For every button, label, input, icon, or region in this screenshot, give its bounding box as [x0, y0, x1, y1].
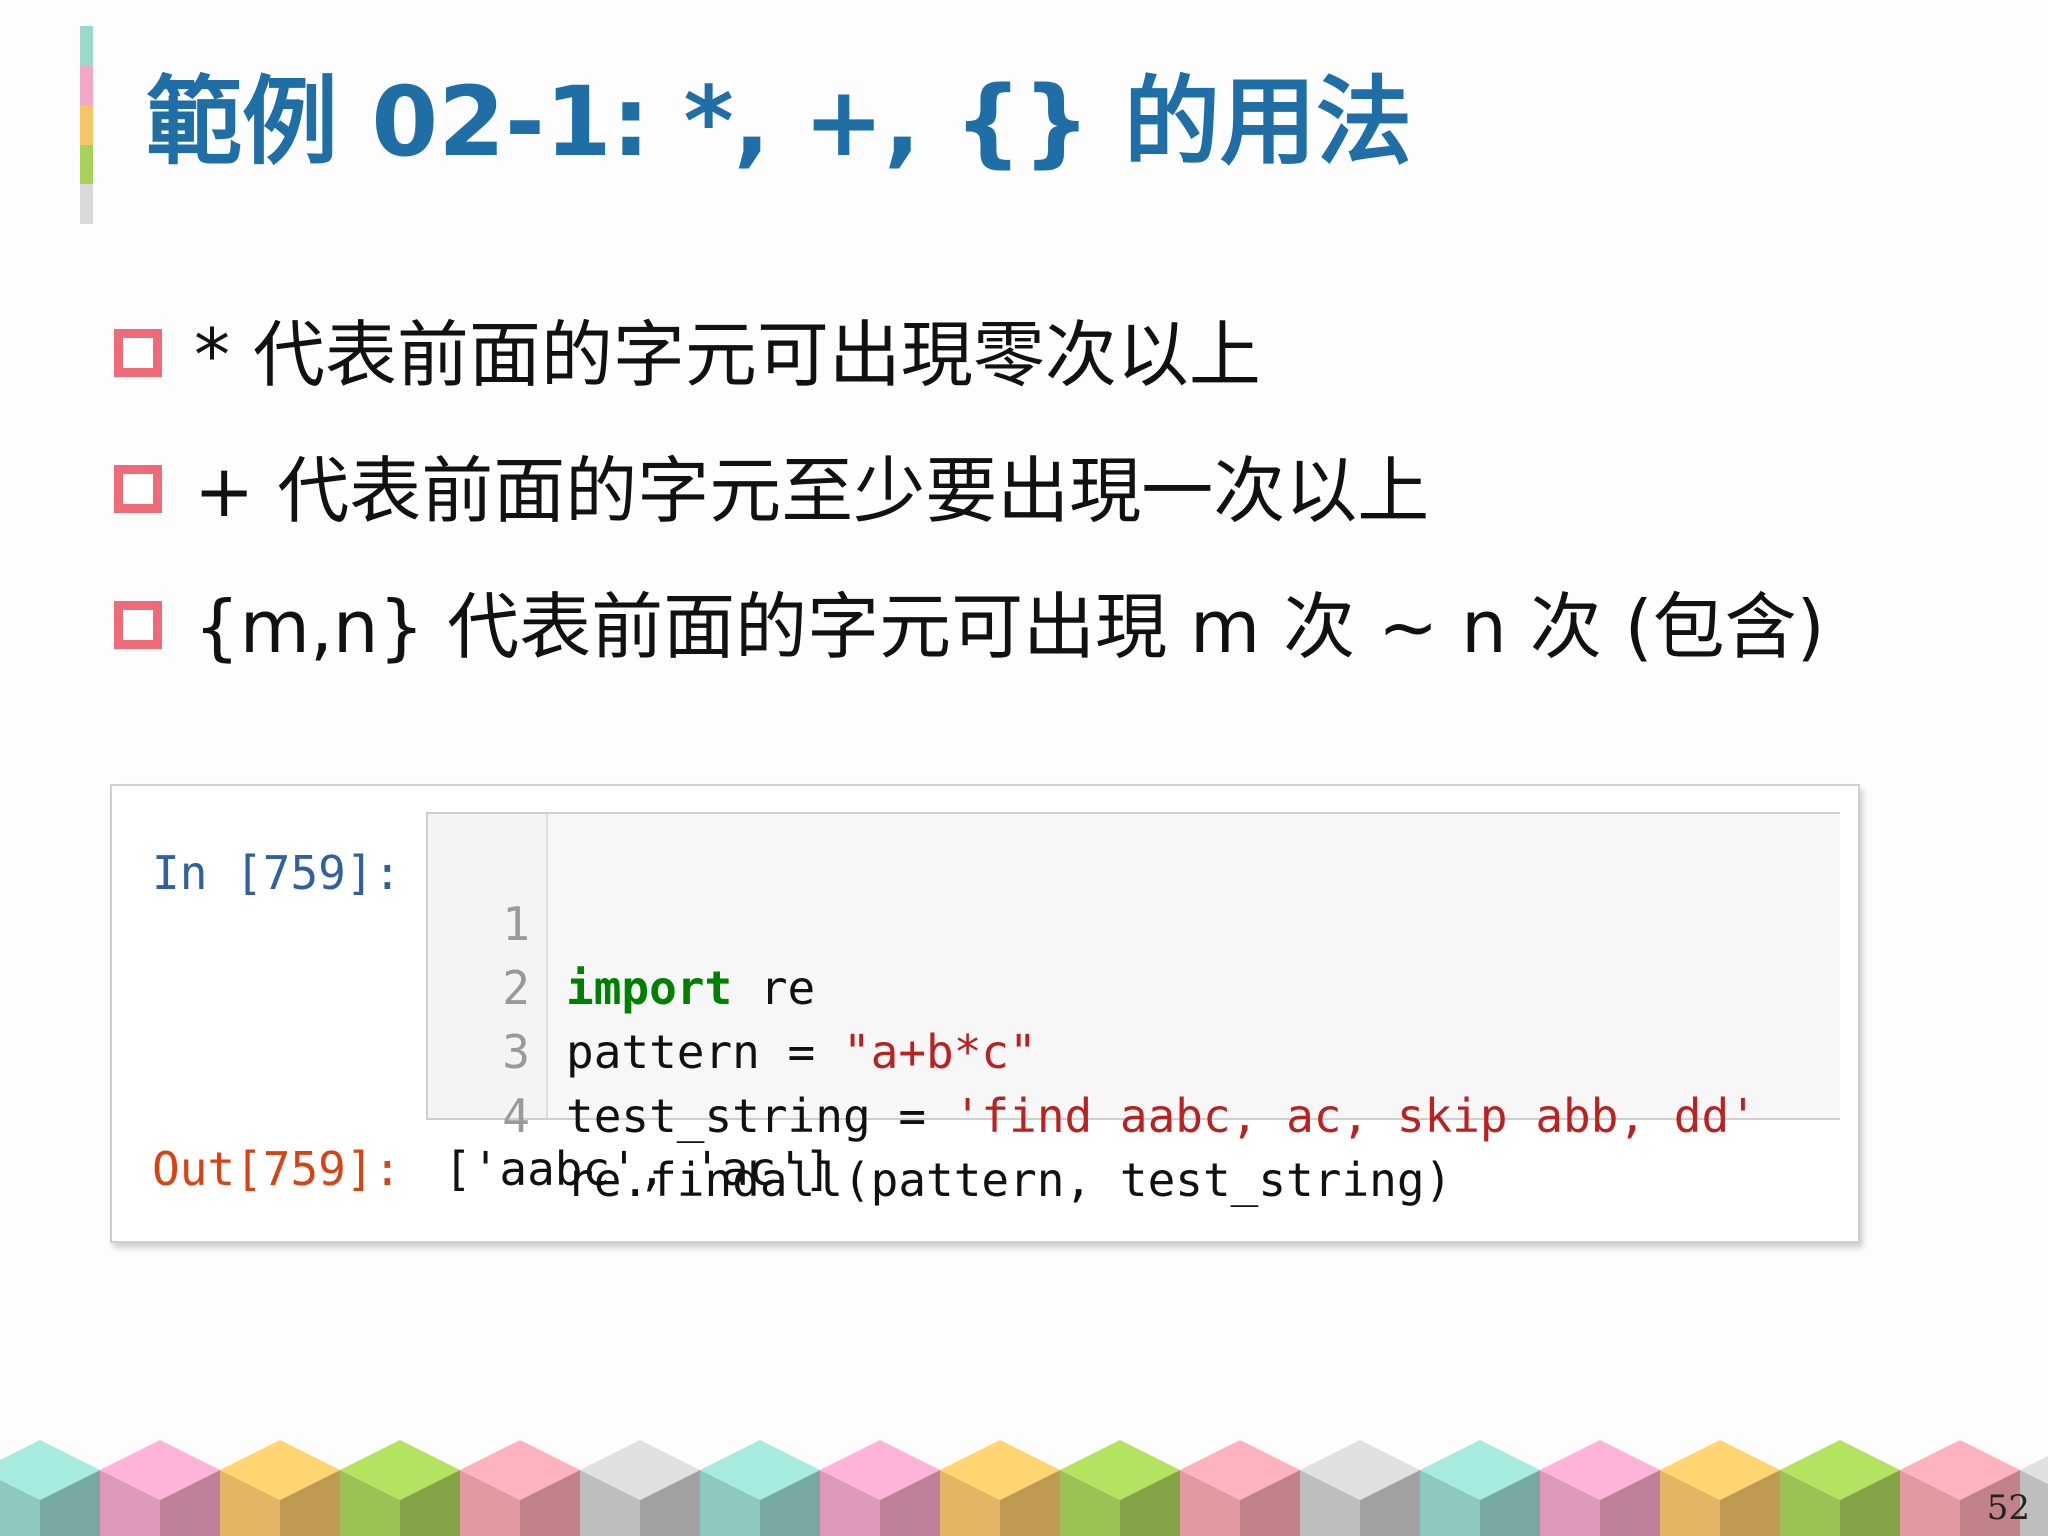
accent-segment: [80, 26, 93, 66]
bullet-item: + 代表前面的字元至少要出現一次以上: [114, 416, 1825, 552]
string-literal: "a+b*c": [842, 1025, 1037, 1079]
title-accent-bar: [80, 26, 93, 224]
code-line: 2 pattern = "a+b*c": [428, 892, 1037, 1079]
square-bullet-icon: [114, 329, 162, 377]
cell-output: ['aabc', 'ac']: [444, 1142, 832, 1196]
code-line: 1 import re: [428, 828, 815, 1015]
accent-segment: [80, 105, 93, 145]
slide-title: 範例 02-1: *, +, {} 的用法: [146, 66, 1412, 178]
square-bullet-icon: [114, 601, 162, 649]
code-text: test_string = 'find aabc, ac, skip abb, …: [566, 1084, 1757, 1148]
code-line: 4 re.findall(pattern, test_string): [428, 1020, 1452, 1207]
bullet-item: {m,n} 代表前面的字元可出現 m 次 ~ n 次 (包含): [114, 552, 1825, 688]
line-number: 4: [502, 1089, 530, 1143]
input-prompt: In [759]:: [152, 846, 402, 900]
accent-segment: [80, 144, 93, 185]
slide: 範例 02-1: *, +, {} 的用法 * 代表前面的字元可出現零次以上 +…: [0, 0, 2048, 1536]
string-literal: 'find aabc, ac, skip abb, dd': [953, 1089, 1757, 1143]
decorative-cube-border: [0, 1436, 2048, 1536]
bullet-text: + 代表前面的字元至少要出現一次以上: [194, 448, 1430, 533]
output-prompt: Out[759]:: [152, 1142, 402, 1196]
accent-segment: [80, 65, 93, 106]
page-number: 52: [1986, 1488, 2030, 1528]
bullet-text: {m,n} 代表前面的字元可出現 m 次 ~ n 次 (包含): [194, 584, 1825, 669]
accent-segment: [80, 184, 93, 224]
bullet-item: * 代表前面的字元可出現零次以上: [114, 280, 1825, 416]
code-editor[interactable]: 1 import re 2 pattern = "a+b*c" 3 test_s…: [426, 812, 1840, 1207]
cube-pattern-graphic: [0, 1440, 2048, 1536]
bullet-list: * 代表前面的字元可出現零次以上 + 代表前面的字元至少要出現一次以上 {m,n…: [114, 280, 1825, 688]
bullet-text: * 代表前面的字元可出現零次以上: [194, 312, 1261, 397]
code-line: 3 test_string = 'find aabc, ac, skip abb…: [428, 956, 1757, 1143]
square-bullet-icon: [114, 465, 162, 513]
notebook-cell: In [759]: 1 import re 2 pattern = "a+b*c…: [110, 784, 1860, 1243]
code-rest: re: [732, 961, 816, 1015]
